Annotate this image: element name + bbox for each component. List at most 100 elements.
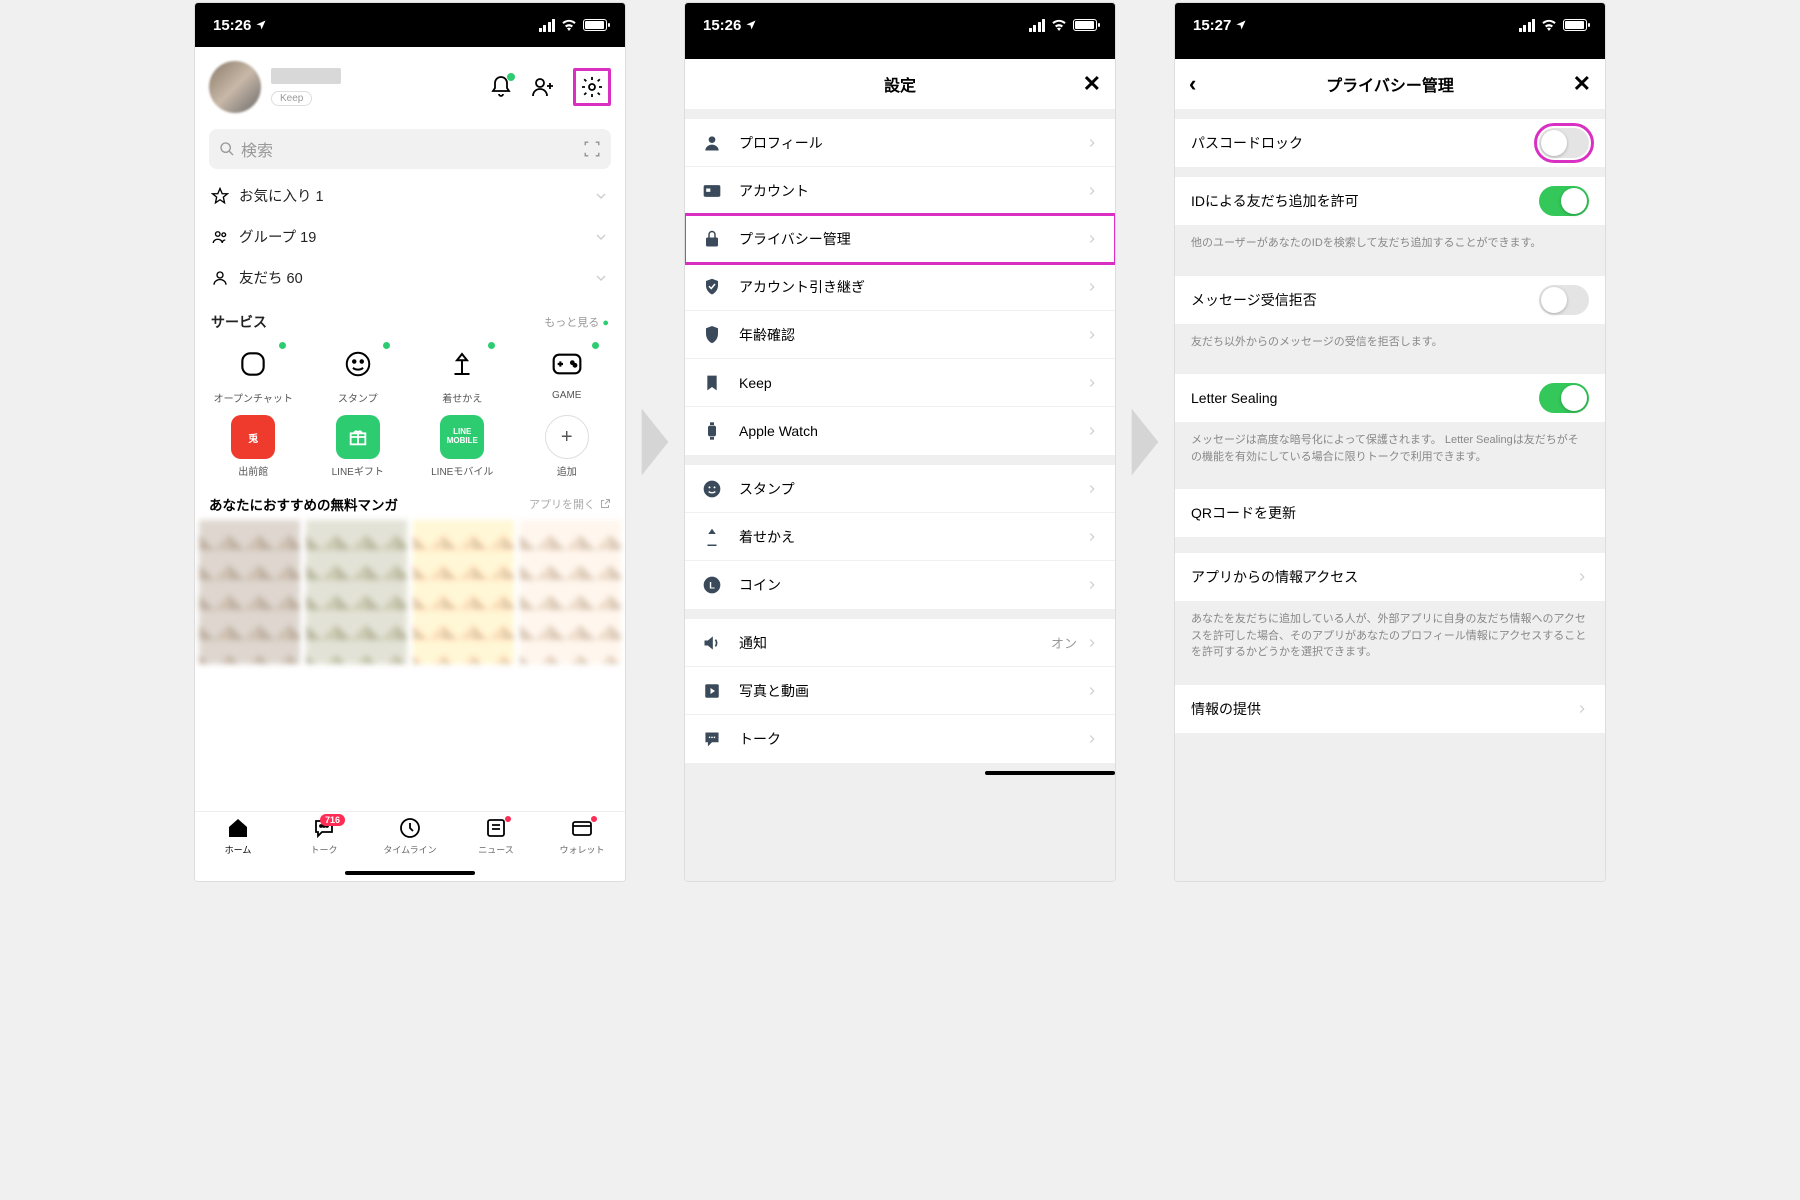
access-desc: あなたを友だちに追加している人が、外部アプリに自身の友だち情報へのアクセスを許可… xyxy=(1175,601,1605,675)
smile-icon xyxy=(701,478,723,500)
row-privacy[interactable]: プライバシー管理 xyxy=(685,215,1115,263)
username-redacted xyxy=(271,68,341,84)
close-icon[interactable]: ✕ xyxy=(1083,71,1101,97)
coin-icon: L xyxy=(701,574,723,596)
row-applewatch[interactable]: Apple Watch xyxy=(685,407,1115,455)
id-icon xyxy=(701,180,723,202)
status-bar: 15:26 xyxy=(195,3,625,47)
recommend-thumbnails[interactable] xyxy=(195,520,625,664)
toggle-letter-sealing[interactable] xyxy=(1539,383,1589,413)
back-icon[interactable]: ‹ xyxy=(1189,71,1196,97)
clock: 15:27 xyxy=(1193,17,1231,34)
recommend-header: あなたにおすすめの無料マンガ アプリを開く xyxy=(195,482,625,520)
row-coin[interactable]: Lコイン xyxy=(685,561,1115,609)
svc-mobile[interactable]: LINEMOBILELINEモバイル xyxy=(410,415,515,478)
arrow-separator xyxy=(1124,402,1166,482)
row-passcode[interactable]: パスコードロック xyxy=(1175,119,1605,167)
profile-name-area[interactable]: Keep xyxy=(271,68,479,106)
bell-icon[interactable] xyxy=(489,75,513,99)
row-talk[interactable]: トーク xyxy=(685,715,1115,763)
talk-badge: 716 xyxy=(320,814,345,826)
arrow-separator xyxy=(634,402,676,482)
groups-label: グループ 19 xyxy=(239,226,316,247)
row-photo[interactable]: 写真と動画 xyxy=(685,667,1115,715)
brush-icon xyxy=(701,526,723,548)
scan-icon[interactable] xyxy=(583,140,601,158)
row-info-access[interactable]: アプリからの情報アクセス xyxy=(1175,553,1605,601)
groups-row[interactable]: グループ 19 xyxy=(195,216,625,257)
svc-theme[interactable]: 着せかえ xyxy=(410,342,515,405)
star-icon xyxy=(211,187,229,205)
open-app-link[interactable]: アプリを開く xyxy=(529,496,611,512)
tab-wallet[interactable]: ウォレット xyxy=(539,816,625,881)
friends-label: 友だち 60 xyxy=(239,267,303,288)
svc-openchat[interactable]: オープンチャット xyxy=(201,342,306,405)
location-icon xyxy=(745,19,757,31)
shield-icon xyxy=(701,276,723,298)
tab-home[interactable]: ホーム xyxy=(195,816,281,881)
tab-bar: ホーム 716トーク タイムライン ニュース ウォレット xyxy=(195,811,625,881)
badge-icon xyxy=(701,324,723,346)
msg-deny-desc: 友だち以外からのメッセージの受信を拒否します。 xyxy=(1175,324,1605,365)
home-indicator xyxy=(345,871,475,875)
toggle-id-allow[interactable] xyxy=(1539,186,1589,216)
services-grid: オープンチャット スタンプ 着せかえ GAME 兎出前館 LINEギフト LIN… xyxy=(195,338,625,482)
row-stamp[interactable]: スタンプ xyxy=(685,465,1115,513)
row-msg-deny[interactable]: メッセージ受信拒否 xyxy=(1175,276,1605,324)
phone-3-privacy: 15:27 ‹ プライバシー管理 ✕ パスコードロック IDによる友だち追加を許… xyxy=(1174,2,1606,882)
row-account-transfer[interactable]: アカウント引き継ぎ xyxy=(685,263,1115,311)
bookmark-icon xyxy=(701,372,723,394)
row-id-allow[interactable]: IDによる友だち追加を許可 xyxy=(1175,177,1605,225)
settings-nav: 設定 ✕ xyxy=(685,59,1115,109)
phone-2-settings: 15:26 設定 ✕ プロフィール アカウント プライバシー管理 アカウント引き… xyxy=(684,2,1116,882)
row-age-verify[interactable]: 年齢確認 xyxy=(685,311,1115,359)
keep-chip[interactable]: Keep xyxy=(271,91,312,106)
services-header: サービス もっと見る ● xyxy=(195,298,625,338)
row-letter-sealing[interactable]: Letter Sealing xyxy=(1175,374,1605,422)
services-more[interactable]: もっと見る ● xyxy=(544,314,609,330)
location-icon xyxy=(1235,19,1247,31)
wifi-icon xyxy=(561,19,577,31)
row-account[interactable]: アカウント xyxy=(685,167,1115,215)
toggle-msg-deny[interactable] xyxy=(1539,285,1589,315)
toggle-passcode[interactable] xyxy=(1539,128,1589,158)
battery-icon xyxy=(583,19,607,31)
add-friend-icon[interactable] xyxy=(531,75,555,99)
avatar[interactable] xyxy=(209,61,261,113)
clock: 15:26 xyxy=(703,17,741,34)
row-profile[interactable]: プロフィール xyxy=(685,119,1115,167)
person-icon xyxy=(701,132,723,154)
search-placeholder: 検索 xyxy=(241,137,273,161)
row-qr-refresh[interactable]: QRコードを更新 xyxy=(1175,489,1605,537)
svc-stamp[interactable]: スタンプ xyxy=(306,342,411,405)
favorites-row[interactable]: お気に入り 1 xyxy=(195,175,625,216)
svc-demaekan[interactable]: 兎出前館 xyxy=(201,415,306,478)
row-notification[interactable]: 通知オン xyxy=(685,619,1115,667)
chevron-down-icon xyxy=(593,188,609,204)
page-title: プライバシー管理 xyxy=(1326,72,1454,96)
svc-game[interactable]: GAME xyxy=(515,342,620,405)
search-input[interactable]: 検索 xyxy=(209,129,611,169)
gear-icon[interactable] xyxy=(580,75,604,99)
notification-value: オン xyxy=(1051,633,1077,652)
search-icon xyxy=(219,141,235,157)
signal-icon xyxy=(539,19,556,32)
phone-1-home: 15:26 Keep xyxy=(194,2,626,882)
status-bar: 15:27 xyxy=(1175,3,1605,47)
row-keep[interactable]: Keep xyxy=(685,359,1115,407)
group-icon xyxy=(211,228,229,246)
watch-icon xyxy=(701,420,723,442)
lock-icon xyxy=(701,228,723,250)
svc-add[interactable]: +追加 xyxy=(515,415,620,478)
svc-gift[interactable]: LINEギフト xyxy=(306,415,411,478)
privacy-nav: ‹ プライバシー管理 ✕ xyxy=(1175,59,1605,109)
speaker-icon xyxy=(701,632,723,654)
close-icon[interactable]: ✕ xyxy=(1573,71,1591,97)
id-allow-desc: 他のユーザーがあなたのIDを検索して友だち追加することができます。 xyxy=(1175,225,1605,266)
location-icon xyxy=(255,19,267,31)
favorites-label: お気に入り 1 xyxy=(239,185,324,206)
home-indicator xyxy=(985,771,1115,775)
row-info-provide[interactable]: 情報の提供 xyxy=(1175,685,1605,733)
friends-row[interactable]: 友だち 60 xyxy=(195,257,625,298)
row-theme[interactable]: 着せかえ xyxy=(685,513,1115,561)
